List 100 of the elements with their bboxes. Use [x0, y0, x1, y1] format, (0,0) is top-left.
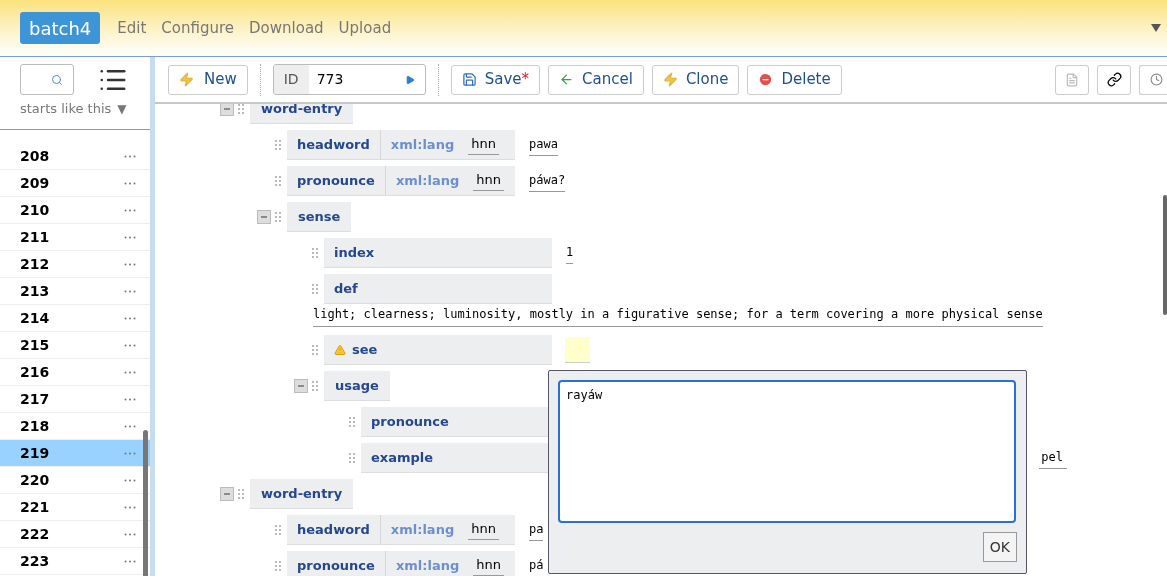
more-icon[interactable] — [124, 262, 136, 266]
element-tag[interactable]: usage — [324, 371, 390, 401]
attribute-value[interactable]: hnn — [468, 519, 499, 540]
field-value[interactable]: 1 — [566, 242, 574, 264]
play-icon[interactable] — [404, 74, 415, 85]
id-field[interactable]: ID 773 — [272, 64, 426, 95]
attribute-value[interactable]: hnn — [473, 170, 504, 191]
definition-text[interactable]: light; clearness; luminosity, mostly in a figurative sense; for a term covering a more physical sense — [313, 305, 1043, 327]
more-icon[interactable] — [124, 424, 136, 428]
clock-button[interactable] — [1139, 64, 1167, 95]
field-tag[interactable]: pronounce — [361, 407, 551, 437]
attribute-value[interactable]: hnn — [468, 134, 499, 155]
collapse-toggle[interactable] — [220, 487, 234, 501]
more-icon[interactable] — [124, 316, 136, 320]
field-value[interactable]: pawa — [529, 134, 558, 156]
field-value[interactable]: pel — [1039, 447, 1067, 469]
collapse-toggle[interactable] — [257, 210, 271, 224]
drag-handle-icon[interactable] — [312, 381, 318, 391]
ok-button[interactable]: OK — [982, 532, 1017, 562]
collapse-toggle[interactable] — [294, 379, 308, 393]
delete-button[interactable]: Delete — [747, 64, 842, 95]
drag-handle-icon[interactable] — [349, 417, 355, 427]
save-button[interactable]: Save* — [450, 64, 541, 95]
link-button[interactable] — [1097, 64, 1131, 95]
more-icon[interactable] — [124, 397, 136, 401]
entry-number: 211 — [20, 227, 50, 247]
drag-handle-icon[interactable] — [238, 489, 244, 499]
element-tag[interactable]: word-entry — [250, 479, 354, 509]
entry-number: 213 — [20, 281, 50, 301]
menu-item[interactable]: Configure — [161, 16, 235, 40]
more-icon[interactable] — [124, 181, 136, 185]
attribute-name: xml:lang — [390, 520, 455, 539]
empty-value-field[interactable] — [565, 337, 590, 363]
lightning-icon — [179, 72, 194, 87]
drag-handle-icon[interactable] — [275, 140, 281, 150]
field-value[interactable]: páwa? — [529, 170, 566, 192]
more-icon[interactable] — [124, 289, 136, 293]
minus-icon — [297, 382, 305, 390]
field-tag[interactable]: pronounce xml:lang hnn — [287, 551, 515, 576]
drag-handle-icon[interactable] — [238, 104, 244, 114]
field-value[interactable]: pa — [529, 519, 544, 541]
more-icon[interactable] — [124, 370, 136, 374]
attribute-name: xml:lang — [395, 556, 460, 575]
drag-handle-icon[interactable] — [349, 453, 355, 463]
more-icon[interactable] — [124, 208, 136, 212]
drag-handle-icon[interactable] — [312, 248, 318, 258]
field-tag[interactable]: def — [324, 274, 552, 304]
drag-handle-icon[interactable] — [275, 525, 281, 535]
clock-icon — [1150, 73, 1163, 86]
collapse-toggle[interactable] — [220, 104, 234, 116]
field-tag[interactable]: headword xml:lang hnn — [287, 515, 515, 545]
field-tag[interactable]: see — [324, 335, 552, 365]
more-icon[interactable] — [124, 235, 136, 239]
more-icon[interactable] — [124, 154, 136, 158]
clone-button[interactable]: Clone — [651, 64, 740, 95]
tag-name: pronounce — [297, 556, 375, 575]
id-label: ID — [273, 65, 309, 94]
drag-handle-icon[interactable] — [275, 176, 281, 186]
entry-number: 217 — [20, 389, 50, 409]
entry-row[interactable]: 219 — [0, 440, 150, 467]
scrollbar-thumb[interactable] — [1163, 195, 1167, 315]
text-area[interactable]: rayáw — [558, 380, 1016, 523]
more-icon[interactable] — [124, 532, 136, 536]
minus-icon — [260, 213, 268, 221]
search-field[interactable] — [20, 64, 74, 95]
menu-item[interactable]: Edit — [117, 16, 147, 40]
more-icon[interactable] — [124, 505, 136, 509]
more-icon[interactable] — [124, 343, 136, 347]
document-button[interactable] — [1055, 64, 1089, 95]
entry-number: 209 — [20, 173, 50, 193]
entry-number: 216 — [20, 362, 50, 382]
filter-caret[interactable]: ▼ — [117, 99, 127, 118]
field-tag[interactable]: index — [324, 238, 552, 268]
more-icon[interactable] — [124, 451, 136, 455]
field-tag[interactable]: example — [361, 443, 551, 473]
field-tag[interactable]: pronounce xml:lang hnn — [287, 166, 515, 196]
scrollbar-thumb[interactable] — [143, 430, 148, 576]
entry-number: 223 — [20, 551, 50, 571]
element-tag[interactable]: sense — [287, 202, 352, 232]
drag-handle-icon[interactable] — [312, 284, 318, 294]
more-icon[interactable] — [124, 478, 136, 482]
tag-name: index — [334, 243, 375, 262]
drag-handle-icon[interactable] — [275, 212, 281, 222]
filter-label[interactable]: starts like this — [20, 99, 112, 119]
link-icon — [1106, 72, 1122, 87]
field-value[interactable]: pá — [529, 555, 544, 576]
field-tag[interactable]: headword xml:lang hnn — [287, 130, 515, 160]
drag-handle-icon[interactable] — [312, 345, 318, 355]
drag-handle-icon[interactable] — [275, 561, 281, 571]
attribute-name: xml:lang — [395, 171, 460, 190]
attribute-value[interactable]: hnn — [473, 555, 504, 576]
cancel-button[interactable]: Cancel — [548, 64, 644, 95]
tag-name: headword — [297, 135, 370, 154]
menu-item[interactable]: Upload — [338, 16, 392, 40]
entry-number: 220 — [20, 470, 50, 490]
new-button[interactable]: New — [168, 64, 248, 95]
caret-down-icon[interactable] — [1151, 24, 1161, 32]
menu-item[interactable]: Download — [249, 16, 324, 40]
document-icon — [1065, 72, 1079, 87]
more-icon[interactable] — [124, 559, 136, 563]
